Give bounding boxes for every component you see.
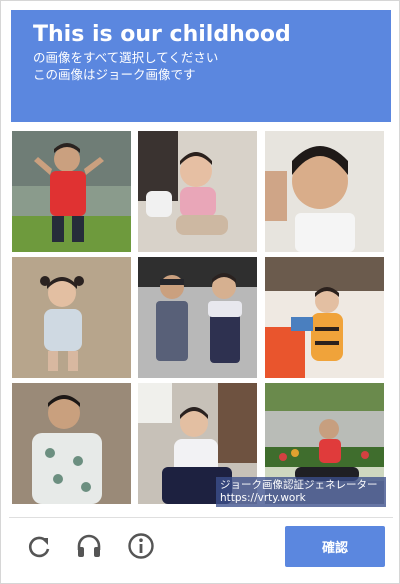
- photo-siblings-standing: [138, 257, 257, 378]
- footer-divider: [9, 517, 393, 518]
- reload-icon: [28, 536, 50, 558]
- watermark-url[interactable]: https://vrty.work: [220, 492, 382, 505]
- image-tile-2[interactable]: [138, 131, 257, 252]
- photo-toddler-pigtails: [12, 257, 131, 378]
- image-tile-1[interactable]: [12, 131, 131, 252]
- image-tile-4[interactable]: [12, 257, 131, 378]
- captcha-frame: This is our childhood の画像をすべて選択してください この…: [0, 0, 400, 584]
- photo-boy-red-shirt: [12, 131, 131, 252]
- image-tile-6[interactable]: [265, 257, 384, 378]
- audio-challenge-button[interactable]: [73, 530, 105, 562]
- challenge-instruction: の画像をすべて選択してください この画像はジョーク画像です: [33, 49, 369, 83]
- headphones-icon: [77, 534, 101, 557]
- instruction-line-2: この画像はジョーク画像です: [33, 67, 196, 82]
- image-tile-3[interactable]: [265, 131, 384, 252]
- challenge-title: This is our childhood: [33, 22, 291, 47]
- instruction-line-1: の画像をすべて選択してください: [33, 50, 219, 65]
- image-tile-5[interactable]: [138, 257, 257, 378]
- info-button[interactable]: [125, 530, 157, 562]
- photo-toddler-tiger-costume: [265, 257, 384, 378]
- image-grid: ジョーク画像認証ジェネレーター https://vrty.work: [12, 131, 390, 507]
- challenge-header: This is our childhood の画像をすべて選択してください この…: [11, 10, 391, 122]
- generator-watermark: ジョーク画像認証ジェネレーター https://vrty.work: [216, 477, 386, 507]
- photo-boy-closeup: [265, 131, 384, 252]
- verify-button[interactable]: 確認: [285, 526, 385, 567]
- reload-button[interactable]: [23, 530, 55, 562]
- photo-boy-yukata: [12, 383, 131, 504]
- photo-baby-girl-sitting: [138, 131, 257, 252]
- image-tile-7[interactable]: [12, 383, 131, 504]
- info-icon: [128, 533, 154, 559]
- watermark-title: ジョーク画像認証ジェネレーター: [220, 479, 378, 491]
